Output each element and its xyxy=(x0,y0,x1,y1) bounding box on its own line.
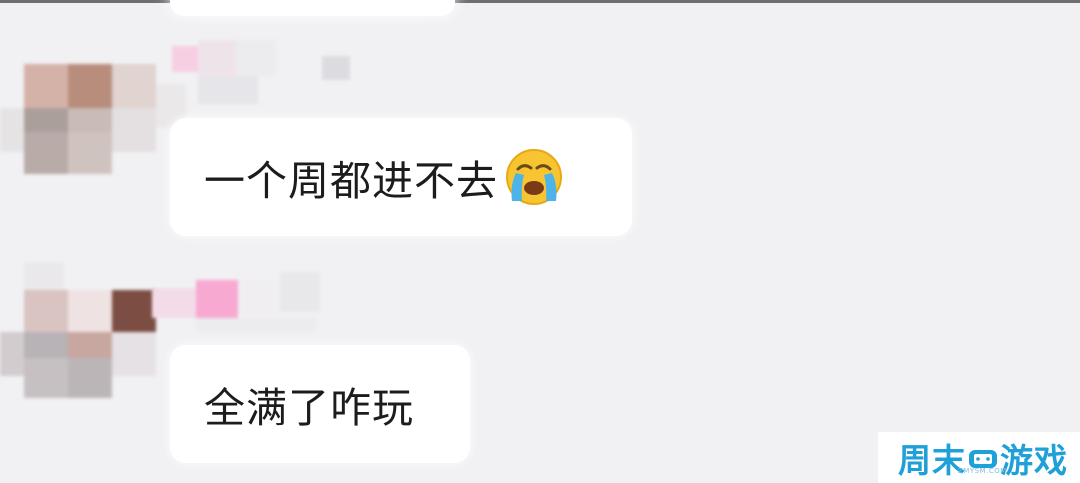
watermark-text-left: 周末 xyxy=(898,440,966,480)
loudly-crying-face-icon xyxy=(506,149,562,205)
watermark-domain: ZMYSM.COM xyxy=(958,467,1007,475)
chat-screenshot: 一个周都进不去 全满了咋玩 周末 游戏 ZMYSM.COM xyxy=(0,0,1080,483)
watermark-text-right: 游戏 xyxy=(1000,440,1068,480)
site-watermark: 周末 游戏 xyxy=(878,432,1080,483)
message-text: 全满了咋玩 xyxy=(204,384,414,432)
top-divider xyxy=(0,0,1080,3)
message-bubble[interactable]: 一个周都进不去 xyxy=(170,118,632,236)
message-text: 一个周都进不去 xyxy=(204,157,498,205)
message-bubble[interactable]: 全满了咋玩 xyxy=(170,345,470,463)
previous-message-bubble xyxy=(170,0,455,16)
